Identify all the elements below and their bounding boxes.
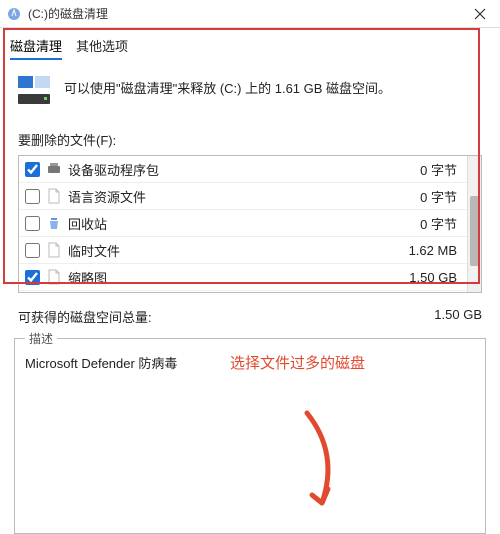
file-size: 0 字节	[420, 160, 461, 179]
file-size: 1.62 MB	[409, 243, 461, 258]
scrollbar[interactable]	[467, 156, 481, 292]
file-row[interactable]: 临时文件1.62 MB	[19, 237, 467, 264]
info-block: 可以使用"磁盘清理"来释放 (C:) 上的 1.61 GB 磁盘空间。	[0, 60, 500, 114]
file-checkbox[interactable]	[25, 189, 40, 204]
drive-icon	[18, 76, 50, 104]
file-name: 设备驱动程序包	[68, 160, 420, 179]
close-button[interactable]	[460, 0, 500, 28]
file-row[interactable]: 回收站0 字节	[19, 210, 467, 237]
total-value: 1.50 GB	[434, 307, 482, 326]
file-checkbox[interactable]	[25, 243, 40, 258]
tab-disk-cleanup[interactable]: 磁盘清理	[10, 36, 62, 60]
file-name: 回收站	[68, 214, 420, 233]
description-text: Microsoft Defender 防病毒	[25, 353, 475, 372]
file-type-icon	[46, 161, 62, 177]
titlebar: (C:)的磁盘清理	[0, 0, 500, 28]
file-type-icon	[46, 242, 62, 258]
description-legend: 描述	[25, 330, 57, 347]
file-type-icon	[46, 188, 62, 204]
file-name: 语言资源文件	[68, 187, 420, 206]
file-list: 设备驱动程序包0 字节语言资源文件0 字节回收站0 字节临时文件1.62 MB缩…	[18, 155, 482, 293]
scrollbar-thumb[interactable]	[470, 196, 479, 266]
file-size: 0 字节	[420, 187, 461, 206]
description-fieldset: 描述 Microsoft Defender 防病毒	[14, 338, 486, 534]
file-type-icon	[46, 269, 62, 285]
tab-other-options[interactable]: 其他选项	[76, 36, 128, 60]
total-row: 可获得的磁盘空间总量: 1.50 GB	[18, 307, 482, 326]
total-label: 可获得的磁盘空间总量:	[18, 307, 152, 326]
window-title: (C:)的磁盘清理	[28, 5, 108, 22]
files-to-delete-label: 要删除的文件(F):	[0, 114, 500, 155]
file-row[interactable]: 设备驱动程序包0 字节	[19, 156, 467, 183]
file-checkbox[interactable]	[25, 270, 40, 285]
file-row[interactable]: 语言资源文件0 字节	[19, 183, 467, 210]
file-row[interactable]: 缩略图1.50 GB	[19, 264, 467, 291]
file-type-icon	[46, 215, 62, 231]
disk-cleanup-icon	[6, 6, 22, 22]
file-checkbox[interactable]	[25, 162, 40, 177]
tabbar: 磁盘清理 其他选项	[0, 36, 500, 60]
file-size: 0 字节	[420, 214, 461, 233]
file-name: 临时文件	[68, 241, 409, 260]
file-size: 1.50 GB	[409, 270, 461, 285]
file-checkbox[interactable]	[25, 216, 40, 231]
info-message: 可以使用"磁盘清理"来释放 (C:) 上的 1.61 GB 磁盘空间。	[64, 80, 391, 98]
file-name: 缩略图	[68, 268, 409, 287]
